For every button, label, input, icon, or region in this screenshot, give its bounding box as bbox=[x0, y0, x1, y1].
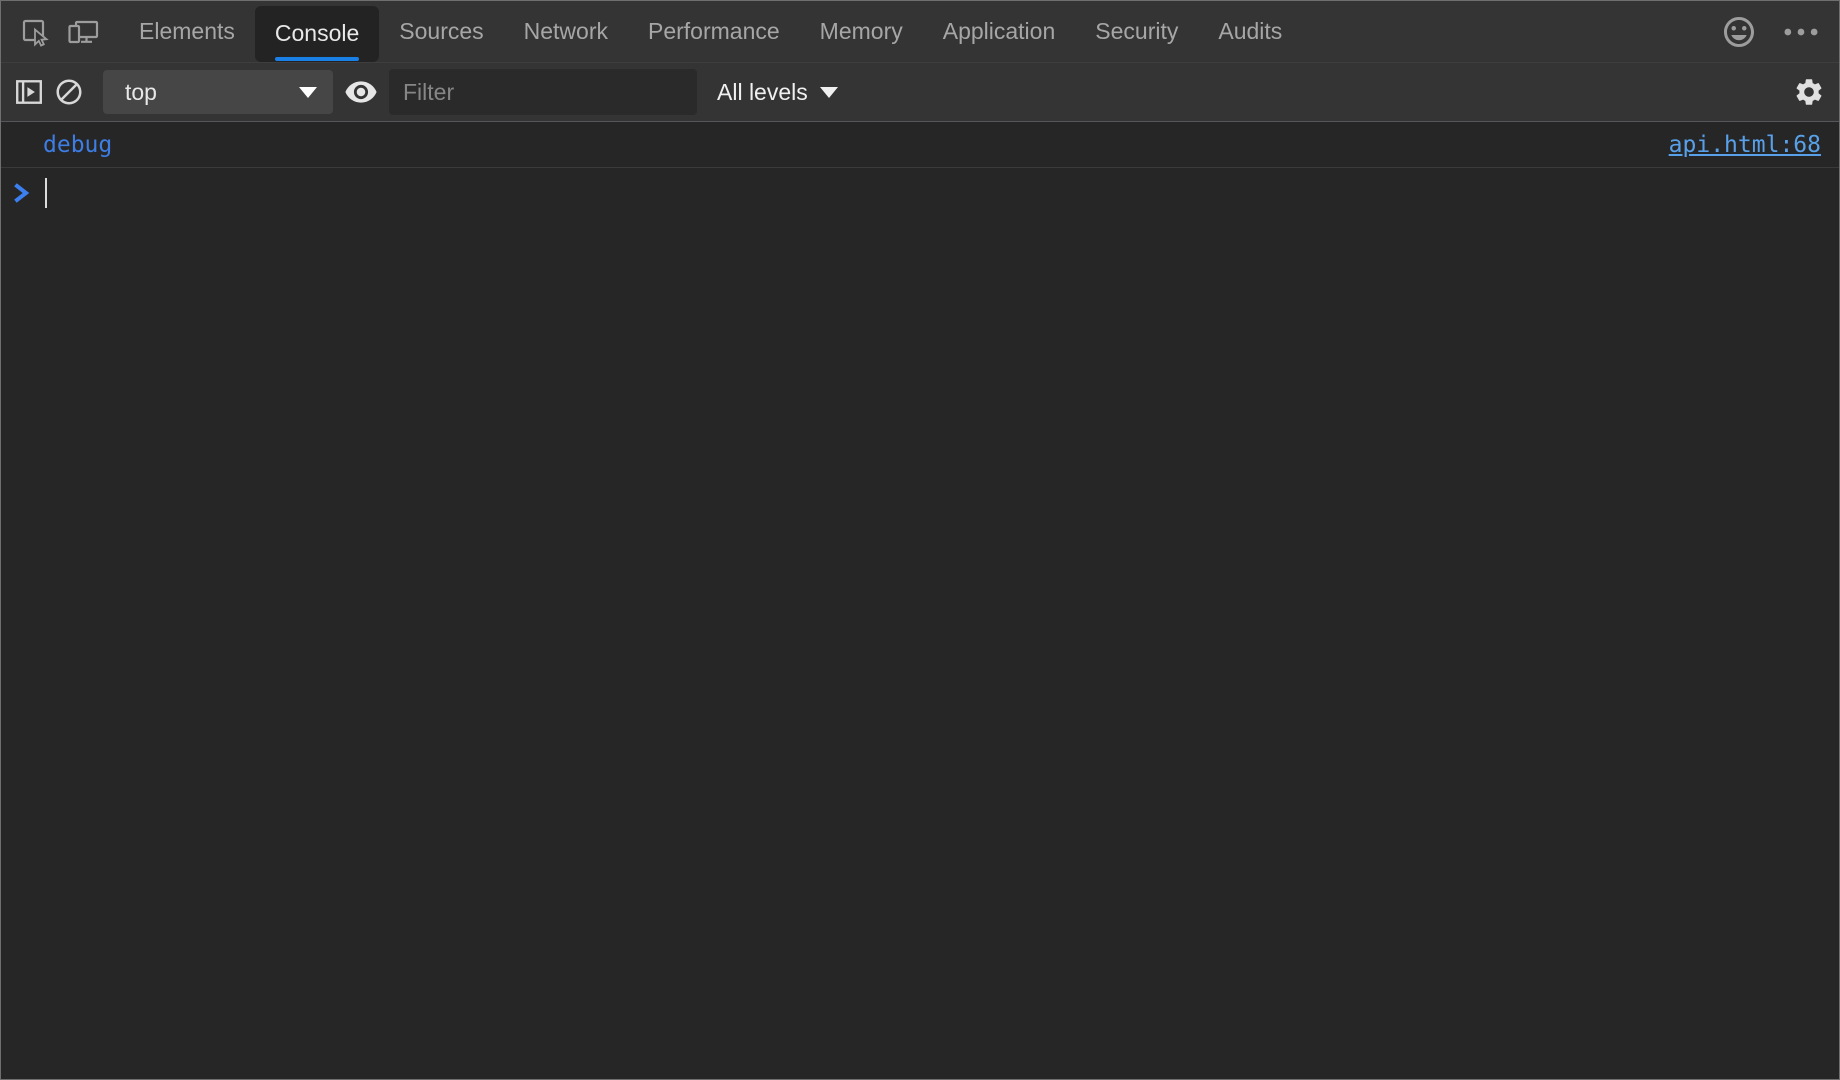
console-output-area[interactable]: debug api.html:68 bbox=[1, 122, 1839, 1078]
tab-performance[interactable]: Performance bbox=[628, 1, 800, 63]
show-console-sidebar-button[interactable] bbox=[9, 63, 49, 121]
clear-console-button[interactable] bbox=[49, 63, 89, 121]
tab-elements[interactable]: Elements bbox=[119, 1, 255, 63]
log-levels-dropdown[interactable]: All levels bbox=[717, 79, 838, 106]
more-options-button[interactable] bbox=[1777, 1, 1825, 63]
tab-sources[interactable]: Sources bbox=[379, 1, 503, 63]
log-levels-label: All levels bbox=[717, 79, 808, 106]
create-live-expression-button[interactable] bbox=[341, 63, 381, 121]
inspect-element-icon bbox=[19, 16, 51, 48]
chevron-down-icon bbox=[299, 87, 317, 98]
smiley-feedback-icon bbox=[1721, 14, 1757, 50]
inspect-element-button[interactable] bbox=[11, 1, 59, 63]
active-tab-indicator bbox=[275, 57, 359, 61]
tabbar-right-controls bbox=[1715, 1, 1839, 63]
console-message-text: debug bbox=[1, 132, 112, 158]
javascript-context-selector[interactable]: top bbox=[103, 70, 333, 114]
feedback-button[interactable] bbox=[1715, 1, 1763, 63]
context-selector-value: top bbox=[125, 79, 299, 106]
more-options-icon bbox=[1782, 14, 1820, 50]
console-filter-input[interactable] bbox=[389, 69, 697, 115]
console-message-source-link[interactable]: api.html:68 bbox=[1669, 132, 1839, 158]
tab-console[interactable]: Console bbox=[255, 6, 379, 62]
console-message-row: debug api.html:68 bbox=[1, 122, 1839, 168]
console-toolbar: top All levels bbox=[1, 63, 1839, 122]
console-prompt-chevron-icon bbox=[14, 183, 30, 203]
console-prompt[interactable] bbox=[1, 168, 1839, 218]
panel-tabs: Elements Console Sources Network Perform… bbox=[119, 1, 1302, 63]
tab-audits[interactable]: Audits bbox=[1198, 1, 1302, 63]
tab-memory[interactable]: Memory bbox=[800, 1, 923, 63]
clear-console-icon bbox=[54, 77, 84, 107]
text-cursor bbox=[45, 178, 47, 208]
live-expression-eye-icon bbox=[344, 75, 378, 109]
tab-network[interactable]: Network bbox=[504, 1, 628, 63]
chevron-down-icon bbox=[820, 87, 838, 98]
toggle-device-toolbar-button[interactable] bbox=[59, 1, 107, 63]
console-settings-button[interactable] bbox=[1789, 63, 1829, 121]
tab-application[interactable]: Application bbox=[923, 1, 1076, 63]
console-settings-gear-icon bbox=[1793, 76, 1825, 108]
devtools-tab-bar: Elements Console Sources Network Perform… bbox=[1, 1, 1839, 63]
tab-security[interactable]: Security bbox=[1075, 1, 1198, 63]
toggle-device-toolbar-icon bbox=[66, 18, 100, 46]
show-console-sidebar-icon bbox=[14, 77, 44, 107]
